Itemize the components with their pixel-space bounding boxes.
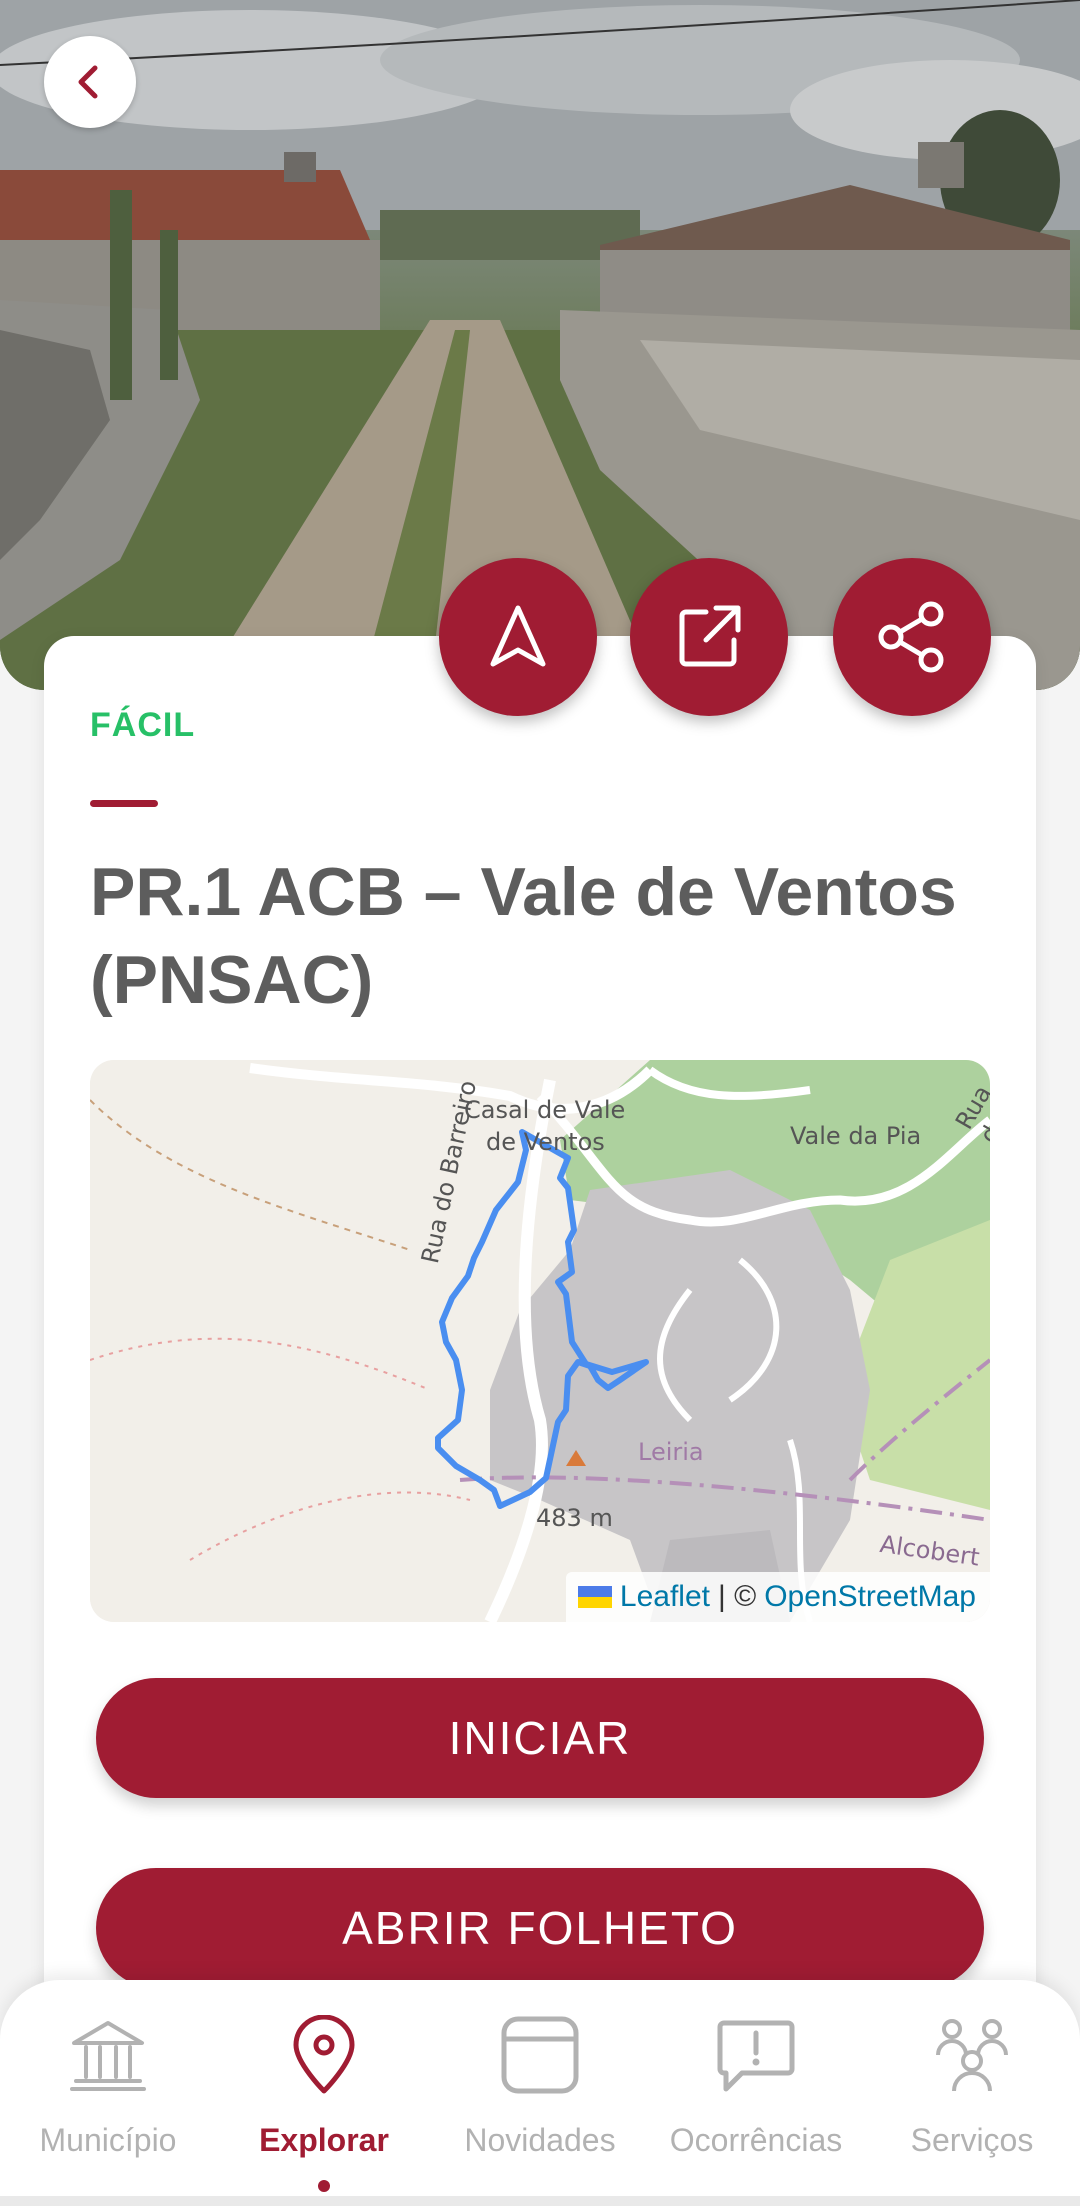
map-label-place: Vale da Pia xyxy=(790,1122,922,1150)
open-external-button[interactable] xyxy=(630,558,788,716)
nav-label: Serviços xyxy=(910,2122,1034,2158)
route-map[interactable]: Casal de Vale de Ventos Vale da Pia Rua … xyxy=(90,1060,990,1622)
building-columns-icon xyxy=(63,2010,153,2100)
external-link-icon xyxy=(679,605,741,667)
ukraine-flag-icon xyxy=(577,1586,612,1608)
route-title: PR.1 ACB – Vale de Ventos (PNSAC) xyxy=(90,854,957,1018)
navigation-arrow-icon xyxy=(490,605,546,667)
nav-item-novidades[interactable]: Novidades xyxy=(432,1980,648,2206)
nav-item-explorar[interactable]: Explorar xyxy=(216,1980,432,2206)
open-leaflet-button[interactable]: ABRIR FOLHETO xyxy=(96,1868,984,1988)
app-screen: FÁCIL PR.1 ACB – Vale de Ventos (PNSAC) xyxy=(0,0,1080,2206)
nav-item-ocorrencias[interactable]: Ocorrências xyxy=(648,1980,864,2206)
map-pin-icon xyxy=(279,2010,369,2100)
nav-label: Explorar xyxy=(259,2122,389,2158)
title-divider xyxy=(90,800,158,807)
people-icon xyxy=(927,2010,1017,2100)
map-label-place: Casal de Vale xyxy=(464,1096,626,1124)
back-button[interactable] xyxy=(44,36,136,128)
leaflet-link[interactable]: Leaflet xyxy=(620,1580,710,1614)
map-attribution: Leaflet | © OpenStreetMap xyxy=(565,1572,990,1622)
nav-item-servicos[interactable]: Serviços xyxy=(864,1980,1080,2206)
nav-label: Novidades xyxy=(464,2122,616,2158)
system-home-bar xyxy=(0,2196,1080,2206)
nav-item-municipio[interactable]: Município xyxy=(0,1980,216,2206)
chevron-left-icon xyxy=(78,65,98,99)
active-indicator xyxy=(318,2180,330,2192)
share-button[interactable] xyxy=(833,558,991,716)
nav-label: Município xyxy=(39,2122,177,2158)
nav-label: Ocorrências xyxy=(669,2122,843,2158)
map-label-place: de Ventos xyxy=(486,1128,605,1156)
news-card-icon xyxy=(495,2010,585,2100)
difficulty-label: FÁCIL xyxy=(90,706,196,744)
map-label-region: Leiria xyxy=(638,1438,704,1466)
alert-chat-icon xyxy=(711,2010,801,2100)
attribution-separator: | © xyxy=(717,1580,757,1613)
map-label-elevation: 483 m xyxy=(536,1504,613,1532)
openstreetmap-link[interactable]: OpenStreetMap xyxy=(764,1580,976,1614)
start-button[interactable]: INICIAR xyxy=(96,1678,984,1798)
navigate-button[interactable] xyxy=(439,558,597,716)
share-icon xyxy=(878,601,944,673)
bottom-navigation: Município Explorar Novidades Ocorrências… xyxy=(0,1980,1080,2206)
